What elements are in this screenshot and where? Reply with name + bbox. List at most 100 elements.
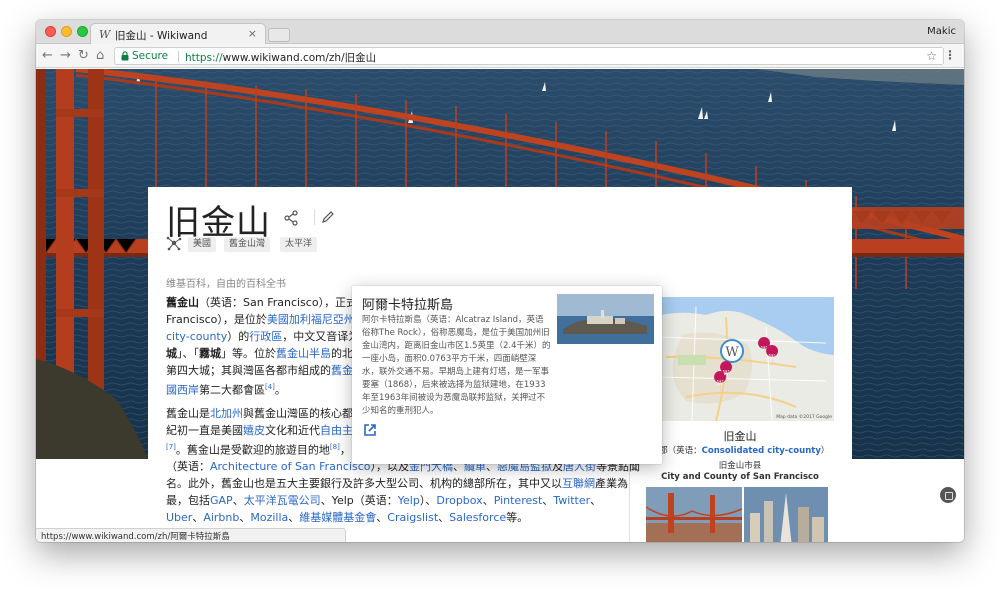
wiki-link[interactable]: 維基媒體基金會	[299, 511, 376, 524]
home-icon[interactable]: ⌂	[96, 48, 104, 63]
tag-chip[interactable]: 美國	[188, 237, 217, 252]
url-scheme: https://	[185, 52, 223, 64]
wiki-link[interactable]: Salesforce	[449, 511, 506, 524]
back-icon[interactable]: ←	[42, 48, 53, 63]
menu-icon[interactable]: ⋮	[944, 48, 956, 62]
edit-icon[interactable]	[321, 210, 335, 224]
star-icon[interactable]: ☆	[926, 49, 937, 63]
popup-thumbnail[interactable]	[557, 294, 654, 344]
map-credit: Map data ©2017 Google	[776, 413, 832, 420]
wiki-link[interactable]: 北加州	[210, 407, 243, 420]
profile-name[interactable]: Makic	[927, 26, 956, 37]
source-note: 维基百科，自由的百科全书	[166, 279, 286, 290]
wiki-link[interactable]: 舊金	[331, 364, 353, 377]
wiki-link[interactable]: city-county	[166, 330, 227, 343]
wiki-link[interactable]: 美國加利福尼亞州	[267, 313, 355, 326]
open-article-icon[interactable]	[363, 423, 377, 437]
reload-icon[interactable]: ↻	[78, 48, 89, 63]
wiki-link[interactable]: 舊金山半島	[276, 347, 331, 360]
tag-chip[interactable]: 太平洋	[280, 237, 318, 252]
url-text[interactable]: https://www.wikiwand.com/zh/旧金山	[185, 50, 376, 65]
text-run: 城	[166, 347, 177, 360]
wiki-link[interactable]: 國西岸	[166, 384, 199, 397]
wiki-link[interactable]: Uber	[166, 511, 192, 524]
citation-link[interactable]: [4]	[265, 383, 275, 391]
link-preview-popup: 阿爾卡特拉斯島 阿尔卡特拉斯島（英语：Alcatraz Island，英语俗称T…	[352, 286, 662, 464]
title-divider	[314, 209, 315, 225]
infobox-local-name: 旧金山市县	[718, 461, 762, 471]
tab-title: 旧金山 - Wikiwand	[115, 30, 208, 42]
infobox-type-suffix: ）	[820, 446, 830, 456]
zoom-window-button[interactable]	[77, 26, 88, 37]
infobox-photo-skyline[interactable]	[744, 487, 828, 542]
svg-text:W: W	[761, 346, 768, 353]
wiki-link[interactable]: Pinterest	[494, 494, 543, 507]
text-run: Francisco），是位於	[166, 313, 267, 326]
settings-toggle-icon[interactable]	[940, 487, 956, 503]
tag-chip[interactable]: 舊金山灣	[224, 237, 271, 252]
wiki-link[interactable]: Architecture of San Francisco	[210, 460, 371, 473]
wiki-link[interactable]: Mozilla	[250, 511, 288, 524]
text-run: 第二大都會區	[199, 383, 265, 397]
text-run: 、	[590, 494, 602, 508]
wiki-link[interactable]: 太平洋瓦電公司	[244, 494, 321, 507]
text-run: 、	[288, 511, 300, 525]
wiki-link[interactable]: Craigslist	[387, 511, 438, 524]
wiki-link[interactable]: 互聯網	[562, 477, 595, 490]
text-line: Uber、Airbnb、Mozilla、維基媒體基金會、Craigslist、S…	[166, 509, 616, 526]
tab-wikiwand[interactable]: W 旧金山 - Wikiwand ×	[90, 23, 266, 45]
page-viewport: 旧金山 美國 舊金山灣 太平洋 维基百科，自由的百科全书 舊金山（英语：San …	[36, 69, 964, 542]
address-bar[interactable]: Secure https://www.wikiwand.com/zh/旧金山 ☆	[114, 47, 944, 65]
omnibox-separator	[178, 51, 179, 62]
wiki-link[interactable]: 嬉皮	[243, 424, 265, 437]
url-path: www.wikiwand.com/zh/旧金山	[222, 52, 377, 64]
wiki-link[interactable]: Airbnb	[203, 511, 239, 524]
secure-label: Secure	[132, 50, 169, 62]
browser-window: W 旧金山 - Wikiwand × Makic ← → ↻ ⌂ Secure …	[36, 20, 964, 542]
share-icon[interactable]	[283, 210, 301, 226]
text-run: 。舊金山是受歡迎的旅遊目的地	[175, 443, 330, 457]
text-run: （英语：	[166, 460, 210, 474]
text-run: 舊金山是	[166, 406, 210, 420]
lock-icon	[121, 51, 129, 61]
popup-summary: 阿尔卡特拉斯島（英语：Alcatraz Island，英语俗称The Rock）…	[362, 315, 551, 416]
forward-icon[interactable]: →	[60, 48, 71, 63]
wiki-link[interactable]: Dropbox	[436, 494, 482, 507]
text-run: 、	[438, 511, 450, 525]
infobox-title: 旧金山	[723, 430, 757, 443]
citation-link[interactable]: [7]	[166, 443, 176, 451]
wiki-link[interactable]: GAP	[210, 494, 233, 507]
infobox-type: 市郡（英语：Consolidated city-county）	[646, 444, 834, 456]
location-map[interactable]: W WWWW Map data ©2017 Google	[646, 297, 834, 421]
wiki-link[interactable]: 行政區	[249, 330, 282, 343]
text-run: 紀初一直是美國	[166, 423, 243, 437]
text-run: 第四大城；其與灣區各都市組成的	[166, 364, 331, 377]
tab-close-icon[interactable]: ×	[248, 27, 257, 40]
infobox-english-name: City and County of San Francisco	[661, 472, 819, 482]
text-run: 與舊金山灣區的核心都市	[243, 406, 364, 420]
text-run: 文化和近代	[265, 423, 320, 437]
new-tab-button[interactable]	[268, 28, 290, 42]
text-run: 」、「	[177, 347, 199, 360]
svg-text:W: W	[723, 370, 730, 377]
infobox-type-link[interactable]: Consolidated city-county	[702, 446, 821, 456]
popup-title[interactable]: 阿爾卡特拉斯島	[362, 294, 453, 313]
infobox-photo-bridge[interactable]	[646, 487, 742, 542]
text-run: 等。	[506, 511, 529, 525]
minimize-window-button[interactable]	[61, 26, 72, 37]
text-run: 的北	[331, 347, 353, 360]
text-run: 、	[232, 494, 244, 508]
tab-strip: W 旧金山 - Wikiwand × Makic	[36, 20, 964, 45]
wiki-link[interactable]: Twitter	[553, 494, 590, 507]
text-run: ）、	[419, 494, 437, 508]
citation-link[interactable]: [8]	[330, 443, 340, 451]
close-window-button[interactable]	[45, 26, 56, 37]
wiki-link[interactable]: Yelp	[398, 494, 420, 507]
text-run: 」等。位於	[221, 347, 276, 360]
text-run: 。	[274, 383, 286, 397]
text-run: 、	[376, 511, 388, 525]
text-run: 舊金山	[166, 296, 199, 309]
svg-text:W: W	[717, 380, 724, 387]
status-bar-url: https://www.wikiwand.com/zh/阿爾卡特拉斯島	[36, 528, 346, 542]
svg-text:W: W	[769, 354, 776, 361]
